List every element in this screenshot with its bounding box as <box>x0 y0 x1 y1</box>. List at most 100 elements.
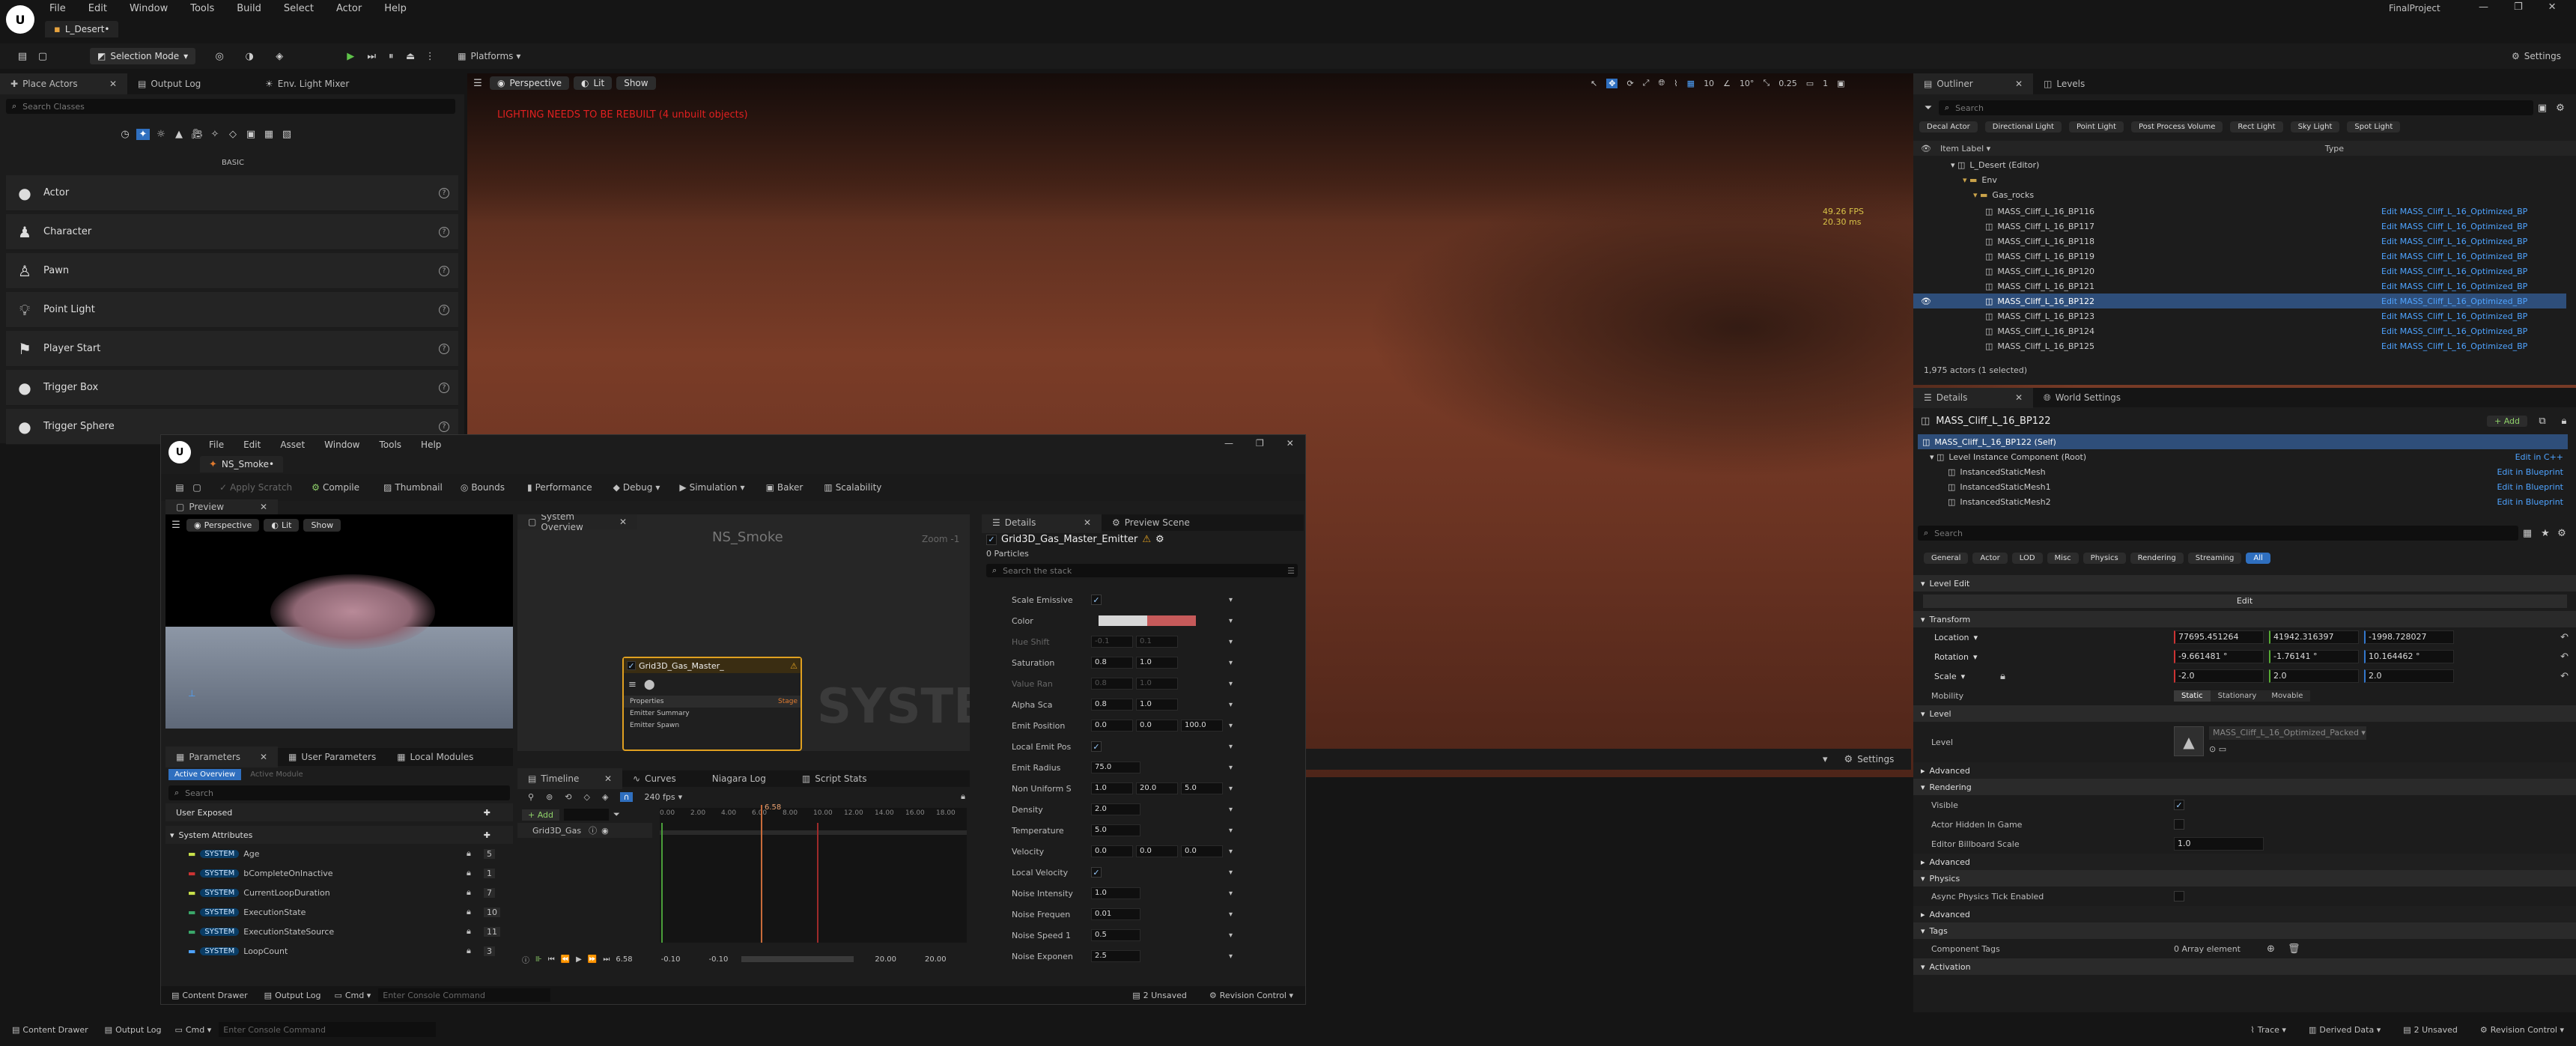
component-ism1[interactable]: ◫ InstancedStaticMesh1 Edit in Blueprint <box>1918 479 2568 494</box>
cmd-dropdown[interactable]: ▭ Cmd ▾ <box>174 1025 211 1035</box>
subtab-active-overview[interactable]: Active Overview <box>168 768 242 780</box>
stack-prop-field[interactable]: -0.1 <box>1091 636 1133 648</box>
perspective-button[interactable]: ◉ Perspective <box>490 76 569 90</box>
preview-perspective-button[interactable]: ◉ Perspective <box>186 519 260 532</box>
billboard-scale-field[interactable]: 1.0 <box>2174 837 2264 851</box>
eye-icon[interactable]: 👁︎ <box>1921 144 1931 153</box>
timeline-track-area[interactable]: 0.00 2.00 4.00 6.00 8.00 10.00 12.00 14.00 16.00… <box>660 803 967 943</box>
rotation-z[interactable]: 10.164462 ° <box>2364 650 2454 663</box>
stack-prop-field[interactable]: 0.0 <box>1136 845 1178 857</box>
tab-curves[interactable]: ∿ Curves <box>622 768 687 789</box>
lock-icon[interactable]: 🔒︎ <box>2557 416 2571 427</box>
grid-snap-value[interactable]: 10 <box>1704 79 1714 88</box>
rotation-snap-value[interactable]: 10° <box>1740 79 1755 88</box>
selection-mode-dropdown[interactable]: ◩ Selection Mode ▾ <box>90 48 196 64</box>
stack-prop-field[interactable]: 0.0 <box>1136 720 1178 732</box>
niagara-menu-tools[interactable]: Tools <box>379 440 401 450</box>
level-asset-dropdown[interactable]: MASS_Cliff_L_16_Optimized_Packed ▾ <box>2209 726 2366 740</box>
stack-prop-checkbox[interactable]: ✓ <box>1091 741 1102 752</box>
user-exposed-header[interactable]: User Exposed ✚ <box>165 803 513 821</box>
minimize-icon[interactable]: — <box>2479 1 2488 13</box>
scale-y[interactable]: 2.0 <box>2269 669 2359 683</box>
actor-name[interactable]: MASS_Cliff_L_16_BP122 <box>1936 416 2050 427</box>
params-search-input[interactable]: ⌕ Search <box>168 785 510 800</box>
chevron-down-icon[interactable]: ▾ <box>1229 722 1233 730</box>
performance-button[interactable]: ▮ Performance <box>527 482 592 493</box>
component-root[interactable]: ▾ ◫ Level Instance Component (Root) Edit i… <box>1918 449 2568 464</box>
lock-icon[interactable]: 🔒︎ <box>2000 671 2005 682</box>
stack-search-input[interactable]: ⌕ Search the stack ☰ <box>986 564 1298 577</box>
menu-build[interactable]: Build <box>237 3 261 14</box>
chevron-down-icon[interactable]: ▾ <box>1229 848 1233 856</box>
color-swatch[interactable] <box>1099 615 1196 626</box>
section-advanced[interactable]: ▸ Advanced <box>1913 762 2576 779</box>
param-row[interactable]: ▬ SYSTEM LoopCount 🔒︎ 3 <box>165 941 513 961</box>
camera-speed-icon[interactable]: ▭ <box>1806 79 1814 88</box>
stack-prop-field[interactable]: 0.5 <box>1091 929 1140 941</box>
stack-prop-field[interactable]: 5.0 <box>1181 782 1223 794</box>
filter-icon[interactable]: ⏷ <box>613 809 620 820</box>
grid-snap-icon[interactable]: ▦ <box>1687 79 1695 88</box>
hamburger-icon[interactable]: ☰ <box>170 520 182 531</box>
tab-outliner[interactable]: ▤ Outliner ✕ <box>1913 73 2033 94</box>
section-activation[interactable]: ▾ Activation <box>1913 958 2576 975</box>
tree-folder-env[interactable]: ▾ ▬ Env <box>1913 172 2566 187</box>
chevron-down-icon[interactable]: ▾ <box>1229 806 1233 814</box>
param-row[interactable]: ▬ SYSTEM bCompleteOnInactive 🔒︎ 1 <box>165 863 513 883</box>
stack-prop-field[interactable]: 0.8 <box>1091 657 1133 669</box>
view-start[interactable]: -0.10 <box>708 955 728 964</box>
system-attributes-header[interactable]: ▾ System Attributes ✚ <box>165 826 513 844</box>
param-row[interactable]: ▬ SYSTEM Age 🔒︎ 5 <box>165 844 513 863</box>
outliner-row[interactable]: ◫ MASS_Cliff_L_16_BP121 Edit MASS_Cliff_L_… <box>1913 279 2566 294</box>
rotate-icon[interactable]: ⟳ <box>1626 79 1633 88</box>
unreal-logo[interactable]: U <box>6 5 34 34</box>
transform-icon[interactable]: ⟲ <box>565 792 571 802</box>
browse-icon[interactable]: ▢ <box>31 51 54 62</box>
grid-icon[interactable]: ▧ <box>280 129 294 140</box>
component-ism2[interactable]: ◫ InstancedStaticMesh2 Edit in Blueprint <box>1918 494 2568 509</box>
tab-details[interactable]: ☰ Details ✕ <box>1913 388 2033 408</box>
key-icon[interactable]: ⚲ <box>528 792 534 802</box>
tab-timeline[interactable]: ▤ Timeline ✕ <box>517 768 622 789</box>
tab-levels[interactable]: ◫ Levels <box>2033 73 2095 94</box>
reset-icon[interactable]: ↶ <box>2560 651 2569 663</box>
scale-snap-icon[interactable]: ⤡ <box>1763 78 1770 88</box>
node-properties-row[interactable]: Properties Stage <box>624 696 801 708</box>
minimize-icon[interactable]: — <box>1224 438 1233 448</box>
record-icon[interactable]: ⊪ <box>535 955 542 964</box>
revision-control-button[interactable]: ⚙ Revision Control ▾ <box>2480 1025 2564 1035</box>
rotation-dropdown[interactable]: Rotation ▾ <box>1931 650 1991 663</box>
place-item-character[interactable]: ♟ Character? <box>6 214 458 250</box>
browse-asset-icon[interactable]: ⊙ ▭ <box>2209 744 2226 754</box>
output-log-button[interactable]: ▤ Output Log <box>264 991 321 1000</box>
pause-icon[interactable]: ⏸ <box>381 51 401 62</box>
chevron-down-icon[interactable]: ▾ <box>1229 952 1233 961</box>
chevron-down-icon[interactable]: ▾ <box>1229 617 1233 625</box>
place-item-pawn[interactable]: ♙ Pawn? <box>6 253 458 289</box>
scale-snap-value[interactable]: 0.25 <box>1778 79 1797 88</box>
stack-prop-field[interactable]: 2.0 <box>1091 803 1140 815</box>
viewport-settings-button[interactable]: Settings <box>1857 754 1894 764</box>
stack-prop-field[interactable]: 0.8 <box>1091 678 1133 690</box>
visibility-icon[interactable]: ◉ <box>601 826 609 836</box>
time-info-icon[interactable]: ⓘ <box>522 954 529 965</box>
range-end[interactable]: 20.00 <box>925 955 947 964</box>
param-row[interactable]: ▬ SYSTEM ExecutionState 🔒︎ 10 <box>165 902 513 922</box>
filter-list-icon[interactable]: ☰ <box>1287 566 1295 576</box>
eye-icon[interactable]: 👁︎ <box>1921 297 1931 306</box>
filter-actor[interactable]: Actor <box>1972 553 2008 564</box>
chevron-down-icon[interactable]: ▾ <box>1229 764 1233 772</box>
details-search-input[interactable]: ⌕ Search <box>1918 526 2518 541</box>
location-z[interactable]: -1998.728027 <box>2364 630 2454 644</box>
component-self[interactable]: ◫ MASS_Cliff_L_16_BP122 (Self) <box>1918 434 2568 449</box>
preview-lit-button[interactable]: ◐ Lit <box>264 519 300 532</box>
close-icon[interactable]: ✕ <box>2548 1 2557 13</box>
baker-button[interactable]: ▣ Baker <box>766 482 804 493</box>
help-icon[interactable]: ? <box>439 265 449 276</box>
simulation-button[interactable]: ▶ Simulation ▾ <box>679 482 744 493</box>
geometry-icon[interactable]: ◇ <box>226 129 240 140</box>
location-dropdown[interactable]: Location ▾ <box>1931 630 1991 644</box>
add-folder-icon[interactable]: ▣ <box>2533 103 2551 114</box>
tab-niagara-details[interactable]: ☰ Details ✕ <box>982 514 1102 533</box>
rotation-y[interactable]: -1.76141 ° <box>2269 650 2359 663</box>
